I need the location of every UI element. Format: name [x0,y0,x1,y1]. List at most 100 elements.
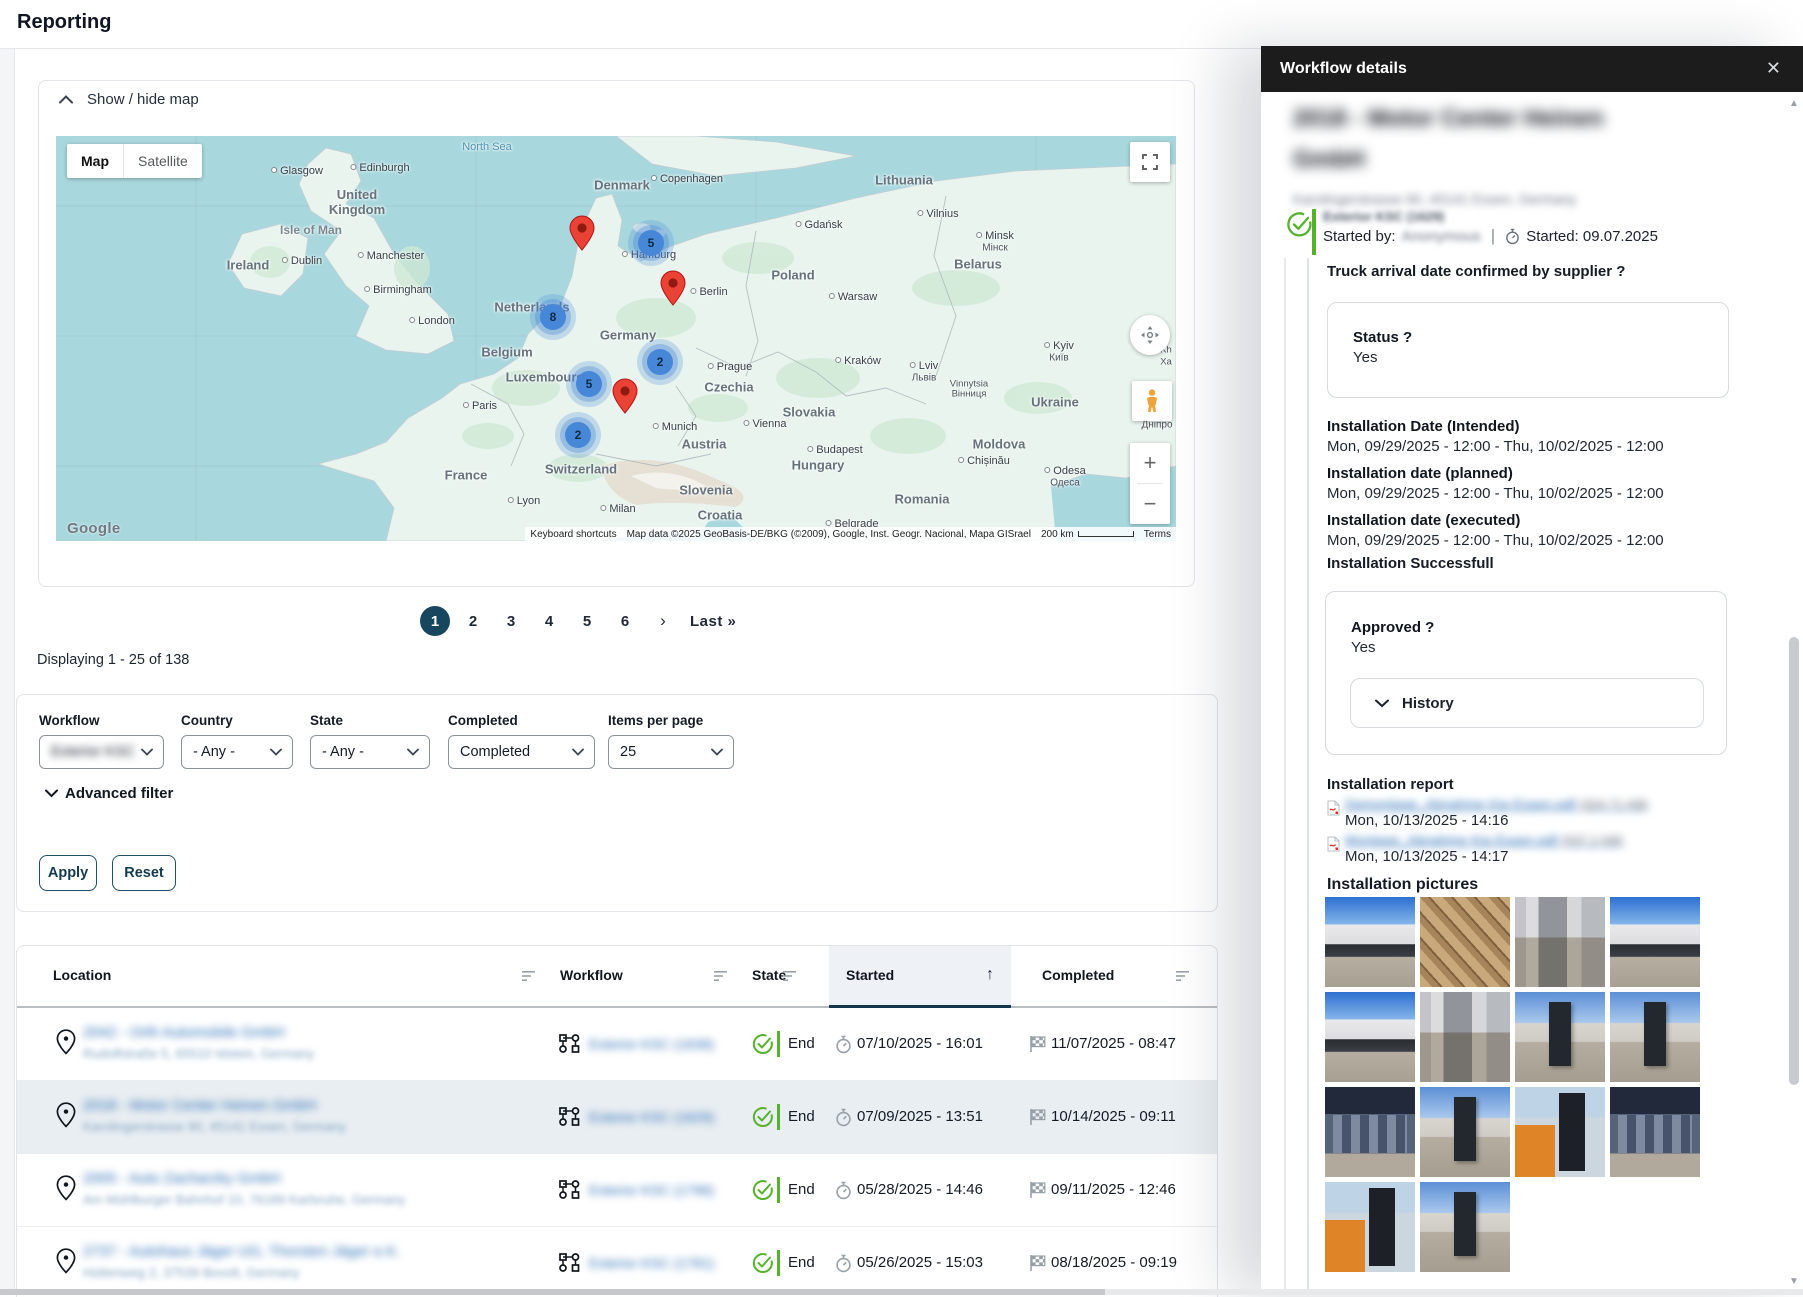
column-header-state[interactable]: State [752,967,786,983]
filter-select[interactable]: - Any - [310,735,430,769]
report-file-link[interactable]: Montage_Abnahme Kia Essen.pdf (537.2 KB) [1345,832,1624,848]
chevron-down-icon [141,748,153,756]
filter-label: Country [181,713,293,728]
scroll-up-arrow-icon[interactable]: ▲ [1789,98,1799,109]
apply-button[interactable]: Apply [39,855,97,891]
cluster-marker[interactable]: 5 [628,220,674,266]
pegman-control[interactable] [1132,381,1172,421]
installation-photo-thumbnail[interactable] [1610,992,1700,1082]
map-pan-control[interactable] [1130,315,1170,355]
workflow-link[interactable]: Exterior KSC (1781) [589,1255,714,1271]
cluster-marker[interactable]: 2 [555,412,601,458]
installation-photo-thumbnail[interactable] [1325,992,1415,1082]
completed-value: 11/07/2025 - 08:47 [1051,1035,1176,1052]
column-header-completed[interactable]: Completed [1042,967,1114,983]
map-fullscreen-button[interactable] [1130,142,1170,182]
pagination-item[interactable]: 4 [534,606,564,636]
pagination-item[interactable]: 3 [496,606,526,636]
installation-photo-thumbnail[interactable] [1610,897,1700,987]
map-data-attribution: Map data ©2025 GeoBasis-DE/BKG (©2009), … [622,527,1036,541]
table-row[interactable]: 2005 - Auto Zacharzky GmbH Am Mühlburger… [17,1154,1217,1227]
pagination-item[interactable]: 1 [420,606,450,636]
sort-ascending-icon[interactable]: ↑ [986,966,994,984]
cluster-marker[interactable]: 8 [530,294,576,340]
installation-photo-thumbnail[interactable] [1325,1087,1415,1177]
map[interactable]: North SeaDenmarkLithuaniaUnited KingdomI… [56,136,1176,541]
installation-photo-thumbnail[interactable] [1515,992,1605,1082]
horizontal-scrollbar[interactable] [0,1289,1803,1295]
installation-photo-thumbnail[interactable] [1420,1087,1510,1177]
state-value: End [788,1108,815,1125]
stopwatch-icon [835,1035,852,1054]
column-header-location[interactable]: Location [53,967,111,983]
started-value: 05/28/2025 - 14:46 [857,1181,983,1198]
sort-icon[interactable] [783,971,796,982]
history-label: History [1402,695,1454,712]
location-name[interactable]: 2042 - Orth Automobile GmbH [83,1024,285,1041]
installation-photo-thumbnail[interactable] [1610,1087,1700,1177]
workflow-link[interactable]: Exterior KSC (1796) [589,1182,714,1198]
location-address: Rudolfstraße 5, 65510 Idstein, Germany [83,1046,314,1061]
workflow-link[interactable]: Exterior KSC (1636) [589,1036,714,1052]
show-hide-map-toggle[interactable]: Show / hide map [59,91,199,108]
installation-photo-thumbnail[interactable] [1420,1182,1510,1272]
advanced-filter-toggle[interactable]: Advanced filter [45,785,173,802]
fullscreen-icon [1142,154,1158,170]
map-card: Show / hide map [38,80,1195,587]
cluster-marker[interactable]: 5 [566,361,612,407]
installation-photo-thumbnail[interactable] [1325,897,1415,987]
pagination-item[interactable]: Last » [686,606,740,636]
terms-link[interactable]: Terms [1139,527,1176,541]
sort-icon[interactable] [1176,971,1189,982]
installation-date-executed: Installation date (executed)Mon, 09/29/2… [1327,512,1747,549]
pagination-item[interactable]: 2 [458,606,488,636]
zoom-out-button[interactable]: − [1130,484,1170,524]
report-file-link[interactable]: Demontage_Abnahme Kia Essen.pdf (324.71 … [1345,796,1649,812]
left-gutter [0,49,15,1295]
zoom-in-button[interactable]: + [1130,443,1170,483]
installation-photo-thumbnail[interactable] [1420,992,1510,1082]
map-pin[interactable] [612,378,638,414]
column-header-workflow[interactable]: Workflow [560,967,623,983]
location-name[interactable]: 2018 - Motor Center Heinen GmbH [83,1097,316,1114]
keyboard-shortcuts-link[interactable]: Keyboard shortcuts [525,527,621,541]
map-pin[interactable] [660,270,686,306]
filter-card: Workflow Exterior KSC Country - Any - St… [16,694,1218,912]
map-type-map-button[interactable]: Map [67,144,123,178]
horizontal-scrollbar-thumb[interactable] [0,1289,1105,1295]
panel-scroll-track[interactable] [1284,258,1286,1295]
sort-icon[interactable] [714,971,727,982]
panel-scrollbar-thumb[interactable] [1789,637,1799,1085]
workflow-link[interactable]: Exterior KSC (1629) [589,1109,714,1125]
installation-photo-thumbnail[interactable] [1515,897,1605,987]
sort-icon[interactable] [522,971,535,982]
workflow-reference: Exterior KSC (1629) [1323,209,1444,224]
table-row[interactable]: 2737 - Autohaus Jäger UG, Thorsten Jäger… [17,1227,1217,1297]
scroll-down-arrow-icon[interactable]: ▼ [1789,1276,1799,1287]
installation-photo-thumbnail[interactable] [1325,1182,1415,1272]
column-header-started[interactable]: Started [846,967,894,983]
map-pin[interactable] [569,215,595,251]
installation-photo-thumbnail[interactable] [1515,1087,1605,1177]
table-row[interactable]: 2042 - Orth Automobile GmbH Rudolfstraße… [17,1008,1217,1081]
map-type-satellite-button[interactable]: Satellite [123,144,202,178]
close-icon[interactable]: ✕ [1766,58,1781,79]
cluster-marker[interactable]: 2 [637,339,683,385]
filter-select[interactable]: - Any - [181,735,293,769]
pagination-item[interactable]: 5 [572,606,602,636]
pagination-item[interactable]: 6 [610,606,640,636]
table-row[interactable]: 2018 - Motor Center Heinen GmbH Karoling… [17,1081,1217,1154]
filter-select[interactable]: 25 [608,735,734,769]
history-toggle[interactable]: History [1350,678,1704,728]
installation-photo-thumbnail[interactable] [1420,897,1510,987]
location-name[interactable]: 2005 - Auto Zacharzky GmbH [83,1170,281,1187]
location-name[interactable]: 2737 - Autohaus Jäger UG, Thorsten Jäger… [83,1243,400,1260]
page-title: Reporting [17,11,111,34]
reset-button[interactable]: Reset [112,855,176,891]
filter-select[interactable]: Exterior KSC [39,735,164,769]
chevron-down-icon [45,789,58,798]
pagination: 123456 › Last » [420,604,740,638]
filter-label: Completed [448,713,595,728]
filter-select[interactable]: Completed [448,735,595,769]
pagination-item[interactable]: › [648,606,678,636]
